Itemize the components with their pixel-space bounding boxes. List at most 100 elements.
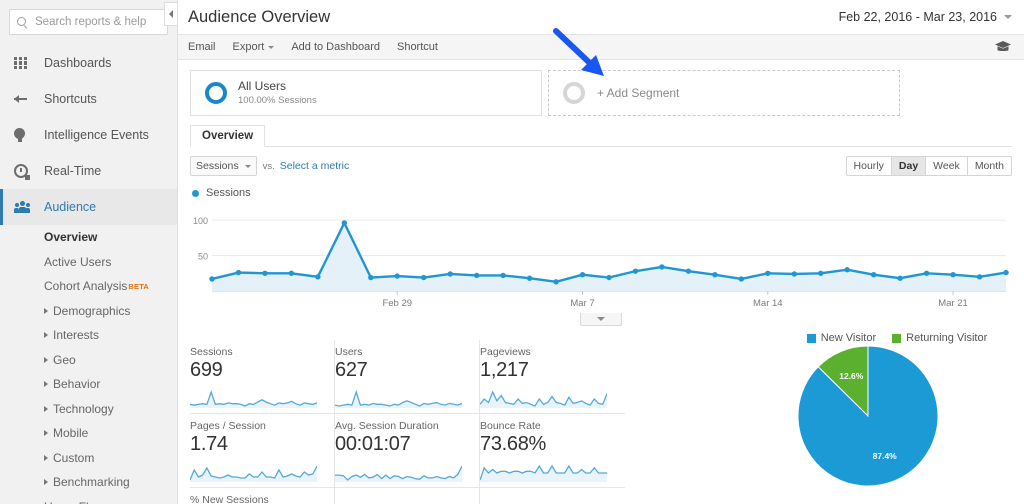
sidebar-item-custom[interactable]: Custom	[44, 446, 177, 471]
export-label: Export	[232, 41, 265, 53]
legend-swatch	[192, 189, 199, 197]
lightbulb-icon	[14, 128, 36, 142]
chevron-down-icon	[268, 45, 275, 49]
pie-legend: New Visitor Returning Visitor	[770, 330, 1024, 344]
sidebar-subitem-label: Technology	[53, 401, 114, 416]
sparkline-bounce-rate	[480, 464, 607, 482]
granularity-month[interactable]: Month	[966, 156, 1012, 176]
action-toolbar: Email Export Add to Dashboard Shortcut	[178, 34, 1024, 60]
metric-value: 1,217	[480, 359, 529, 381]
granularity-label: Week	[933, 160, 960, 172]
metric-card-avg-session-duration[interactable]: Avg. Session Duration 00:01:07	[335, 414, 480, 488]
sidebar-item-cohort-analysis[interactable]: Cohort Analysis BETA	[44, 274, 177, 299]
chevron-right-icon	[44, 356, 48, 363]
metric-value: 699	[190, 359, 223, 381]
sparkline-pageviews	[480, 390, 607, 408]
sidebar-item-interests[interactable]: Interests	[44, 323, 177, 348]
metric-card-percent-new-sessions[interactable]: % New Sessions	[190, 488, 335, 504]
sidebar-item-geo[interactable]: Geo	[44, 348, 177, 373]
sidebar-item-technology[interactable]: Technology	[44, 397, 177, 422]
chevron-down-icon	[597, 317, 605, 321]
granularity-hourly[interactable]: Hourly	[845, 156, 891, 176]
sidebar-item-shortcuts[interactable]: Shortcuts	[0, 81, 177, 117]
sidebar-search	[0, 0, 177, 35]
graduation-cap-icon[interactable]	[994, 40, 1012, 54]
metric-card-pageviews[interactable]: Pageviews 1,217	[480, 340, 625, 414]
tab-overview[interactable]: Overview	[190, 125, 266, 147]
add-to-dashboard-button[interactable]: Add to Dashboard	[291, 41, 380, 53]
sidebar-item-overview[interactable]: Overview	[44, 225, 177, 250]
metric-card-users[interactable]: Users 627	[335, 340, 480, 414]
select-a-metric-link[interactable]: Select a metric	[280, 160, 349, 172]
chevron-right-icon	[44, 307, 48, 314]
metric-card-sessions[interactable]: Sessions 699	[190, 340, 335, 414]
sidebar-subitem-label: Users Flow	[44, 500, 104, 504]
tab-label: Overview	[202, 130, 254, 142]
export-button[interactable]: Export	[233, 41, 275, 53]
sidebar-subitem-label: Interests	[53, 328, 100, 343]
chevron-down-icon	[1004, 15, 1012, 19]
add-segment-button[interactable]: + Add Segment	[548, 70, 900, 116]
metric-label: Bounce Rate	[480, 420, 541, 432]
shortcut-label: Shortcut	[396, 41, 438, 53]
add-segment-ring-icon	[563, 82, 585, 104]
line-chart-svg: 50 100 Feb 29 Mar 7 Mar 14 Mar 21	[193, 216, 1009, 309]
sidebar-collapse-button[interactable]	[164, 2, 177, 26]
metric-value: 627	[335, 359, 368, 381]
people-icon	[14, 201, 36, 213]
metric-selector-label: Sessions	[196, 160, 239, 172]
sidebar-item-users-flow[interactable]: Users Flow	[44, 495, 177, 504]
clock-icon	[14, 164, 36, 178]
search-box[interactable]	[9, 9, 168, 35]
sidebar-item-intelligence-events[interactable]: Intelligence Events	[0, 117, 177, 153]
svg-text:87.4%: 87.4%	[873, 451, 898, 461]
metric-card-bounce-rate[interactable]: Bounce Rate 73.68%	[480, 414, 625, 488]
sidebar-subitem-label: Geo	[53, 352, 76, 367]
svg-text:Mar 14: Mar 14	[753, 298, 783, 309]
svg-text:50: 50	[198, 252, 208, 262]
sidebar-subitem-label: Mobile	[53, 426, 89, 441]
chart-collapse-button[interactable]	[580, 313, 622, 326]
vs-label: vs.	[262, 160, 275, 172]
arrow-left-icon	[14, 94, 36, 104]
pie-legend-returning-visitor[interactable]: Returning Visitor	[892, 332, 987, 344]
sidebar-item-audience[interactable]: Audience	[0, 189, 177, 225]
page-header: Audience Overview Feb 22, 2016 - Mar 23,…	[178, 0, 1024, 34]
sidebar-item-demographics[interactable]: Demographics	[44, 299, 177, 324]
sparkline-sessions	[190, 389, 317, 408]
granularity-day[interactable]: Day	[890, 156, 926, 176]
collapse-left-icon	[169, 10, 173, 18]
sidebar-item-active-users[interactable]: Active Users	[44, 250, 177, 275]
sidebar-item-dashboards[interactable]: Dashboards	[0, 45, 177, 81]
metric-card-pages-per-session[interactable]: Pages / Session 1.74	[190, 414, 335, 488]
sessions-line-chart[interactable]: 50 100 Feb 29 Mar 7 Mar 14 Mar 21	[190, 203, 1012, 326]
date-range-selector[interactable]: Feb 22, 2016 - Mar 23, 2016	[839, 10, 1012, 24]
chevron-right-icon	[44, 405, 48, 412]
sidebar-subitem-label: Active Users	[44, 254, 112, 269]
metric-value: 73.68%	[480, 433, 547, 455]
segment-bar: All Users 100.00% Sessions + Add Segment	[178, 60, 1024, 116]
chart-legend: Sessions	[178, 176, 1024, 199]
chevron-right-icon	[44, 430, 48, 437]
sidebar-item-mobile[interactable]: Mobile	[44, 421, 177, 446]
svg-text:Mar 21: Mar 21	[938, 298, 968, 309]
segment-all-users[interactable]: All Users 100.00% Sessions	[190, 70, 542, 116]
sidebar-item-benchmarking[interactable]: Benchmarking	[44, 470, 177, 495]
search-input[interactable]	[33, 15, 161, 29]
chevron-down-icon	[244, 164, 251, 168]
pie-legend-new-visitor[interactable]: New Visitor	[806, 332, 876, 344]
page-title: Audience Overview	[188, 7, 331, 26]
metric-cards: Sessions 699 Users 627 Pageviews 1,217 P…	[190, 340, 625, 504]
sidebar-subitem-label: Demographics	[53, 303, 131, 318]
shortcut-button[interactable]: Shortcut	[397, 41, 438, 53]
email-button[interactable]: Email	[188, 41, 216, 53]
metric-label: % New Sessions	[190, 494, 269, 504]
chevron-right-icon	[44, 381, 48, 388]
beta-badge: BETA	[128, 281, 150, 291]
granularity-week[interactable]: Week	[925, 156, 967, 176]
visitor-type-pie-chart: New Visitor Returning Visitor 12.6% 87.4%	[770, 330, 1024, 504]
sidebar-item-real-time[interactable]: Real-Time	[0, 153, 177, 189]
pie-svg[interactable]: 12.6% 87.4%	[770, 344, 1024, 494]
metric-selector[interactable]: Sessions	[190, 156, 257, 176]
sidebar-item-behavior[interactable]: Behavior	[44, 372, 177, 397]
